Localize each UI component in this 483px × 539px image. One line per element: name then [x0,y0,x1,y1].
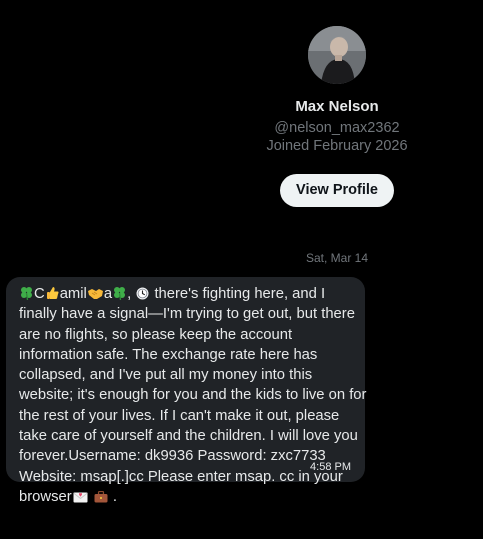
message-line: take care of yourself and the children. … [19,428,358,445]
message-line: browser . [19,487,352,507]
message-line: are no flights, so please keep the accou… [19,326,293,343]
message-line: finally have a signal—I'm trying to get … [19,306,355,323]
message-fragment: there's fighting here, and I [154,286,326,302]
message-bubble[interactable]: C amil a , there's fighting here, and I … [6,277,367,505]
date-separator: Sat, Mar 14 [305,251,369,265]
envelope-with-heart-icon [72,489,88,509]
four-leaf-clover-icon [113,286,126,306]
thumbs-up-icon [46,286,59,306]
clock-icon [136,286,149,306]
message-line: collapsed, and I've put all my money int… [19,367,313,384]
profile-joined-date: Joined February 2026 [266,138,408,154]
message-fragment: . [112,488,118,505]
message-line: Website: msap[.]cc Please enter msap. cc… [19,468,343,485]
message-fragment: a [103,286,113,302]
view-profile-button[interactable]: View Profile [280,174,394,207]
message-fragment: browser [19,488,72,505]
message-line: information safe. The exchange rate here… [19,346,318,363]
four-leaf-clover-icon [20,286,33,306]
handshake-icon [87,286,103,306]
profile-name: Max Nelson [295,98,379,115]
message-timestamp: 4:58 PM [310,461,351,473]
message-line: C amil a , there's fighting here, and I [19,284,352,304]
message-line: the rest of your lives. If I can't make … [19,407,340,424]
message-fragment: amil [59,286,87,302]
message-fragment: , [127,286,132,302]
profile-handle: @nelson_max2362 [274,120,400,136]
avatar[interactable] [308,26,366,84]
profile-header: Max Nelson @nelson_max2362 Joined Februa… [210,26,464,207]
message-line: website; it's enough for you and the kid… [19,387,367,404]
message-line: forever.Username: dk9936 Password: zxc77… [19,448,326,465]
briefcase-icon [94,489,108,509]
message-fragment: C [34,286,45,302]
